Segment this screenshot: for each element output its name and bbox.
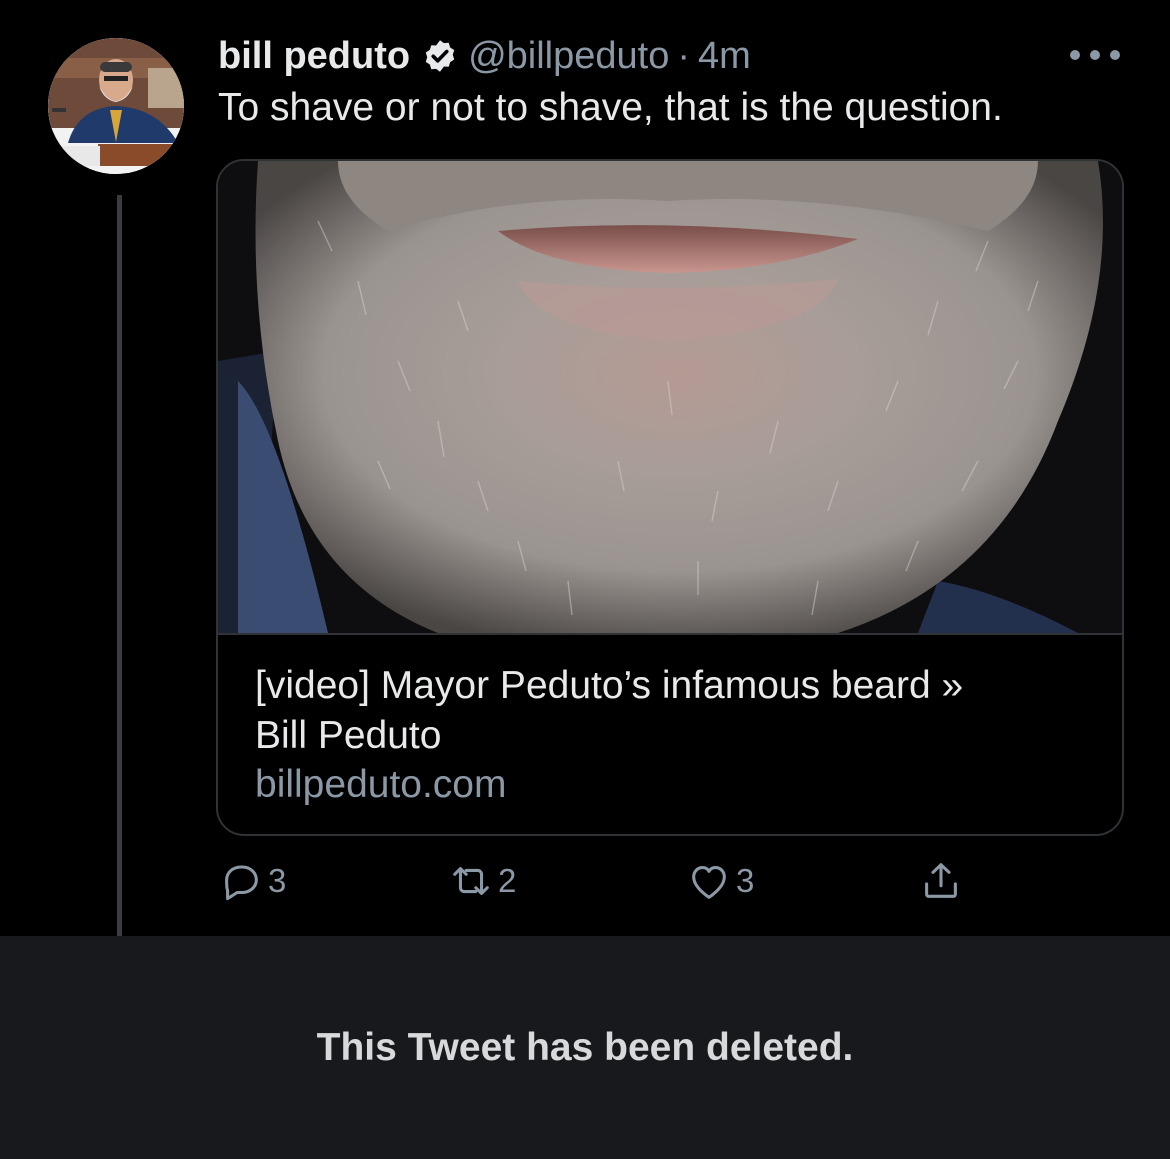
link-card[interactable]: [video] Mayor Peduto’s infamous beard » … — [216, 159, 1124, 836]
deleted-notice-text: This Tweet has been deleted. — [316, 1025, 854, 1069]
separator-dot: · — [677, 34, 690, 77]
retweet-button[interactable]: 2 — [448, 858, 516, 904]
reply-icon — [225, 865, 258, 901]
tweet[interactable]: bill peduto @billpeduto · 4m To shave or… — [0, 0, 1170, 936]
tweet-header: bill peduto @billpeduto · 4m — [218, 28, 751, 84]
author-name[interactable]: bill peduto — [218, 35, 410, 78]
more-dots-icon[interactable] — [1070, 40, 1120, 70]
avatar[interactable] — [48, 38, 184, 174]
card-image — [218, 161, 1122, 635]
tweet-time[interactable]: 4m — [698, 35, 751, 78]
reply-button[interactable]: 3 — [218, 858, 286, 904]
card-title-line2: Bill Peduto — [255, 714, 442, 757]
card-title: [video] Mayor Peduto’s infamous beard » … — [255, 661, 1095, 761]
deleted-tweet-notice: This Tweet has been deleted. — [0, 936, 1170, 1159]
card-title-line1: [video] Mayor Peduto’s infamous beard » — [255, 664, 964, 707]
retweet-icon — [453, 867, 489, 895]
reply-count: 3 — [268, 862, 287, 899]
thread-line — [117, 195, 122, 936]
share-icon — [925, 863, 957, 898]
share-button[interactable] — [918, 858, 964, 904]
action-bar: 3 2 3 — [0, 858, 1170, 908]
author-handle[interactable]: @billpeduto — [468, 35, 669, 78]
avatar-image — [48, 38, 184, 174]
retweet-count: 2 — [498, 862, 517, 899]
verified-badge-icon — [425, 40, 455, 72]
heart-icon — [692, 866, 726, 899]
like-count: 3 — [736, 862, 755, 899]
tweet-text: To shave or not to shave, that is the qu… — [218, 86, 1003, 129]
like-button[interactable]: 3 — [686, 858, 754, 904]
card-domain: billpeduto.com — [255, 763, 507, 806]
